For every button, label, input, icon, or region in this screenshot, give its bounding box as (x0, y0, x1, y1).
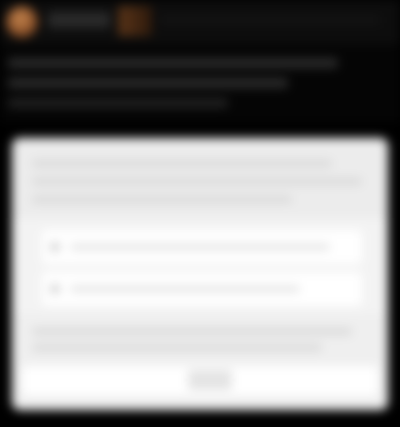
title-band (0, 44, 400, 122)
top-header (0, 0, 400, 44)
brand-logo-icon (118, 6, 152, 36)
card-text-line (32, 344, 322, 351)
content-card (12, 138, 388, 410)
list-item-label (70, 244, 330, 250)
list-item[interactable] (42, 230, 362, 264)
blurred-screenshot (0, 0, 400, 427)
brand-name-placeholder (48, 12, 110, 28)
footer-button[interactable] (188, 370, 232, 390)
user-avatar-icon[interactable] (6, 6, 38, 38)
subtitle-line (8, 98, 228, 108)
card-text-line (32, 328, 352, 335)
card-text-line (32, 196, 292, 203)
header-divider (160, 16, 380, 24)
title-line (8, 58, 338, 68)
bullet-icon (50, 284, 60, 294)
card-text-line (32, 178, 362, 185)
list-item[interactable] (42, 272, 362, 306)
title-line (8, 78, 288, 88)
card-text-line (32, 160, 332, 167)
card-header (12, 138, 388, 218)
list-item-label (70, 286, 300, 292)
bullet-icon (50, 242, 60, 252)
